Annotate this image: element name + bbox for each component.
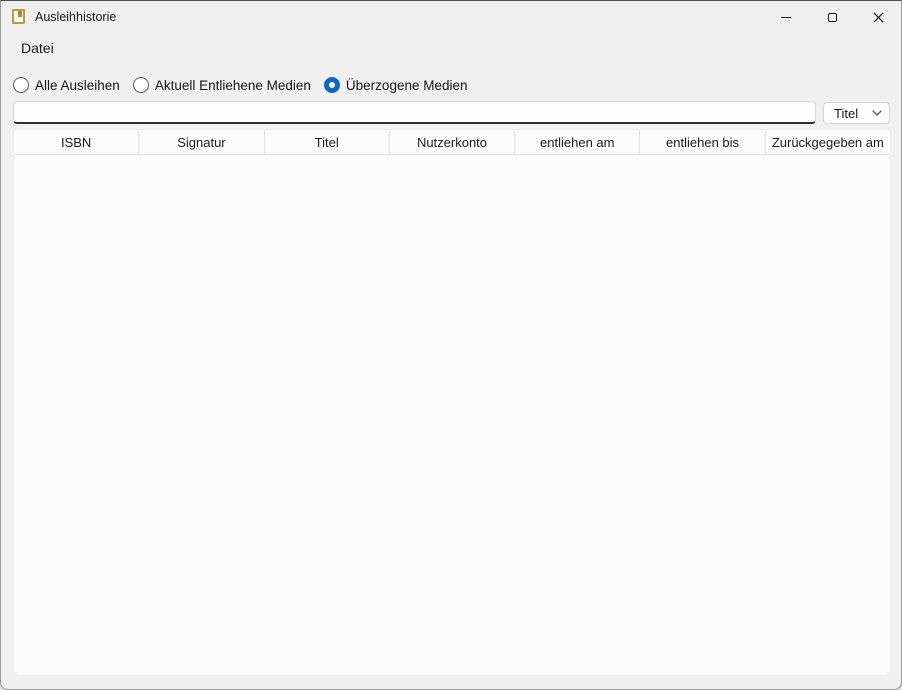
minimize-button[interactable] — [763, 1, 809, 33]
menu-item-datei[interactable]: Datei — [19, 33, 56, 63]
search-filter-dropdown[interactable]: Titel — [823, 102, 890, 124]
loan-history-table: ISBN Signatur Titel Nutzerkonto entliehe… — [13, 129, 891, 676]
radio-icon — [133, 77, 149, 93]
table-header-row: ISBN Signatur Titel Nutzerkonto entliehe… — [14, 130, 890, 155]
column-header-nutzerkonto[interactable]: Nutzerkonto — [390, 130, 515, 154]
close-icon — [873, 12, 884, 23]
column-header-signatur[interactable]: Signatur — [139, 130, 264, 154]
app-window: Ausleihhistorie Datei Alle Ausleihen — [0, 0, 902, 690]
column-header-titel[interactable]: Titel — [265, 130, 390, 154]
app-icon — [12, 9, 25, 24]
title-bar[interactable]: Ausleihhistorie — [1, 1, 901, 33]
radio-icon — [324, 77, 340, 93]
radio-icon — [13, 77, 29, 93]
radio-option-alle-ausleihen[interactable]: Alle Ausleihen — [13, 77, 120, 93]
dropdown-selected-value: Titel — [834, 106, 858, 121]
menu-bar: Datei — [1, 33, 901, 63]
search-input[interactable] — [13, 101, 816, 124]
maximize-icon — [828, 13, 837, 22]
radio-option-aktuell-entliehene-medien[interactable]: Aktuell Entliehene Medien — [133, 77, 311, 93]
column-header-zurueckgegeben-am[interactable]: Zurückgegeben am — [766, 130, 890, 154]
app-icon-notch — [18, 11, 22, 17]
column-header-isbn[interactable]: ISBN — [14, 130, 139, 154]
table-body-empty — [14, 155, 890, 675]
radio-option-ueberzogene-medien[interactable]: Überzogene Medien — [324, 77, 468, 93]
column-header-entliehen-am[interactable]: entliehen am — [515, 130, 640, 154]
radio-label: Überzogene Medien — [346, 78, 468, 93]
caption-controls — [763, 1, 901, 33]
maximize-button[interactable] — [809, 1, 855, 33]
window-title: Ausleihhistorie — [35, 1, 116, 33]
column-header-entliehen-bis[interactable]: entliehen bis — [640, 130, 765, 154]
chevron-down-icon — [872, 110, 882, 116]
radio-label: Aktuell Entliehene Medien — [155, 78, 311, 93]
close-button[interactable] — [855, 1, 901, 33]
radio-label: Alle Ausleihen — [35, 78, 120, 93]
minimize-icon — [781, 17, 791, 18]
filter-radio-group: Alle Ausleihen Aktuell Entliehene Medien… — [13, 75, 468, 95]
